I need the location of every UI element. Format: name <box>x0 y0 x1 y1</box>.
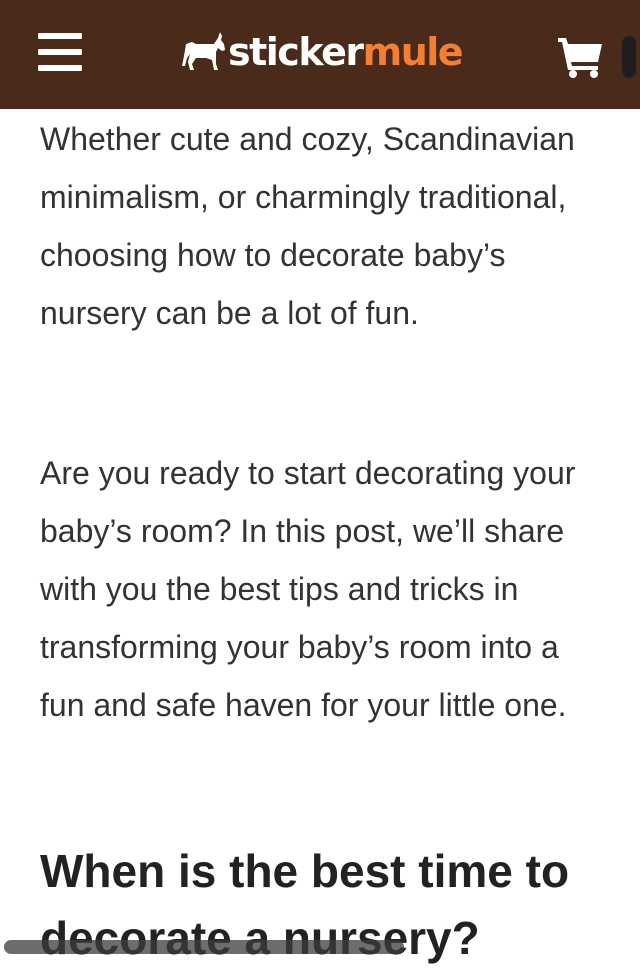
mule-logo-icon <box>182 32 225 70</box>
shopping-cart-icon[interactable] <box>556 36 606 78</box>
top-navigation-bar: sticker mule <box>0 0 640 109</box>
logo-text-mule: mule <box>362 30 464 74</box>
stickermule-logo[interactable]: sticker mule <box>180 28 464 76</box>
horizontal-scrollbar[interactable] <box>4 940 404 954</box>
logo-text-sticker: sticker <box>228 30 364 74</box>
second-paragraph: Are you ready to start decorating your b… <box>40 455 576 723</box>
hamburger-menu-icon[interactable] <box>38 33 82 73</box>
side-handle <box>622 36 636 78</box>
intro-paragraph: Whether cute and cozy, Scandinavian mini… <box>40 121 575 331</box>
